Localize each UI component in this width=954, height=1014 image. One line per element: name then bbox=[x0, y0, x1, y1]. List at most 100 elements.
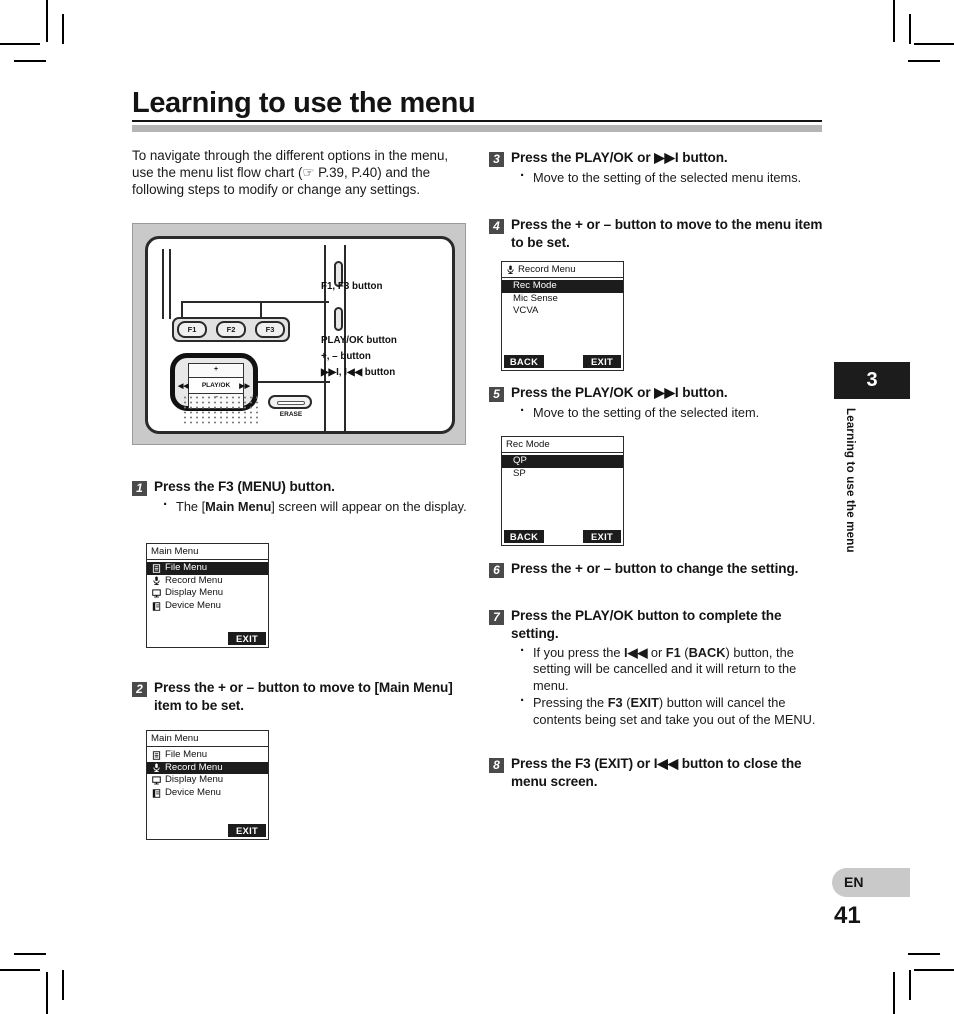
softkey-exit[interactable]: EXIT bbox=[228, 632, 266, 645]
mic-icon bbox=[152, 576, 161, 586]
step-number: 3 bbox=[489, 152, 504, 167]
crop-mark bbox=[908, 60, 940, 62]
title-rule bbox=[132, 120, 822, 123]
menu-item[interactable]: Display Menu bbox=[147, 774, 268, 787]
screen-list: Rec Mode Mic Sense VCVA bbox=[502, 278, 623, 318]
screen-list: File Menu Record Menu Display Menu Device M… bbox=[147, 747, 268, 799]
step-title: Press the + or – button to move to [Main… bbox=[154, 680, 453, 713]
bullet-item: The [Main Menu] screen will appear on th… bbox=[163, 496, 470, 515]
fastforward-icon[interactable]: ▶▶ bbox=[239, 382, 250, 390]
crop-mark bbox=[914, 43, 954, 45]
step-title: Press the PLAY/OK or ▶▶I button. bbox=[511, 150, 728, 165]
crop-mark bbox=[909, 970, 911, 1000]
device-illustration: F1 F2 F3 + PLAY/OK – ◀◀ ▶▶ ERASE bbox=[132, 223, 466, 445]
crop-mark bbox=[0, 969, 40, 971]
menu-item-label: Display Menu bbox=[165, 774, 224, 786]
screen-list: QP SP bbox=[502, 453, 623, 480]
bullet-item: Pressing the F3 (EXIT) button will cance… bbox=[520, 693, 829, 728]
chapter-tab: 3 bbox=[834, 362, 910, 399]
screen-softkeys: EXIT bbox=[147, 632, 268, 645]
crop-mark bbox=[46, 0, 48, 42]
plus-button[interactable]: + bbox=[188, 366, 244, 373]
menu-item[interactable]: SP bbox=[502, 468, 623, 481]
f1-button[interactable]: F1 bbox=[177, 321, 207, 338]
step-title: Press the + or – button to move to the m… bbox=[511, 217, 823, 250]
menu-item-label: Record Menu bbox=[165, 761, 223, 773]
page-number: 41 bbox=[834, 902, 861, 929]
menu-item[interactable]: Rec Mode bbox=[502, 280, 623, 293]
menu-item[interactable]: QP bbox=[502, 455, 623, 468]
menu-item[interactable]: File Menu bbox=[147, 749, 268, 762]
mic-icon bbox=[506, 265, 515, 274]
step-number: 1 bbox=[132, 481, 147, 496]
menu-item[interactable]: Mic Sense bbox=[502, 293, 623, 306]
menu-item-label: SP bbox=[513, 467, 526, 479]
menu-item[interactable]: Device Menu bbox=[147, 600, 268, 613]
menu-item[interactable]: Display Menu bbox=[147, 587, 268, 600]
step-5: 5 Press the PLAY/OK or ▶▶I button. Move … bbox=[489, 384, 829, 422]
menu-item[interactable]: VCVA bbox=[502, 305, 623, 318]
menu-item[interactable]: Record Menu bbox=[147, 761, 268, 775]
callout-playok: PLAY/OK button bbox=[321, 335, 397, 346]
menu-item[interactable]: File Menu bbox=[147, 562, 268, 575]
step-8: 8 Press the F3 (EXIT) or I◀◀ button to c… bbox=[489, 755, 829, 790]
menu-item-label: VCVA bbox=[513, 305, 539, 317]
crop-mark bbox=[914, 969, 954, 971]
title-rule-secondary bbox=[132, 125, 822, 133]
intro-paragraph: To navigate through the different option… bbox=[132, 148, 449, 198]
step-bullets: Move to the setting of the selected item… bbox=[511, 402, 829, 421]
step-number: 4 bbox=[489, 219, 504, 234]
crop-mark bbox=[908, 953, 940, 955]
softkey-exit[interactable]: EXIT bbox=[583, 355, 621, 368]
softkey-exit[interactable]: EXIT bbox=[228, 824, 266, 837]
language-badge: EN bbox=[832, 868, 910, 897]
bullet-item: If you press the I◀◀ or F1 (BACK) button… bbox=[520, 643, 829, 694]
bullet-item: Move to the setting of the selected menu… bbox=[520, 167, 829, 186]
chapter-vertical-label: Learning to use the menu bbox=[844, 408, 856, 553]
page-header: Learning to use the menu bbox=[132, 87, 822, 133]
softkey-back[interactable]: BACK bbox=[504, 355, 544, 368]
menu-item[interactable]: Record Menu bbox=[147, 575, 268, 588]
screen-title: Record Menu bbox=[502, 262, 623, 278]
callout-skip: ▶▶I, I◀◀ button bbox=[321, 367, 396, 378]
step-title: Press the PLAY/OK or ▶▶I button. bbox=[511, 385, 728, 400]
f2-button[interactable]: F2 bbox=[216, 321, 246, 338]
rewind-icon[interactable]: ◀◀ bbox=[178, 382, 189, 390]
erase-button[interactable] bbox=[268, 395, 312, 409]
step-title: Press the F3 (MENU) button. bbox=[154, 479, 335, 494]
crop-mark bbox=[62, 14, 64, 44]
crop-mark bbox=[14, 60, 46, 62]
device-icon bbox=[152, 788, 161, 798]
screen-main-menu-record: Main Menu File Menu Record Menu Display Me… bbox=[146, 730, 269, 840]
callout-leader bbox=[181, 301, 329, 303]
screen-title-text: Rec Mode bbox=[506, 439, 550, 450]
screen-title: Main Menu bbox=[147, 544, 268, 560]
screen-title: Rec Mode bbox=[502, 437, 623, 453]
screen-record-menu: Record Menu Rec Mode Mic Sense VCVA BACK EX… bbox=[501, 261, 624, 371]
device-icon bbox=[152, 601, 161, 611]
step-bullets: If you press the I◀◀ or F1 (BACK) button… bbox=[511, 643, 829, 728]
step-number: 2 bbox=[132, 682, 147, 697]
step-title: Press the PLAY/OK button to complete the… bbox=[511, 608, 782, 641]
f3-button[interactable]: F3 bbox=[255, 321, 285, 338]
mic-icon bbox=[152, 763, 161, 773]
callout-plus-minus: +, – button bbox=[321, 351, 371, 362]
side-button[interactable] bbox=[334, 307, 343, 331]
playok-button[interactable]: PLAY/OK bbox=[188, 377, 244, 394]
page-title: Learning to use the menu bbox=[132, 87, 476, 119]
menu-item-label: QP bbox=[513, 455, 527, 466]
softkey-back[interactable]: BACK bbox=[504, 530, 544, 543]
step-bullets: Move to the setting of the selected menu… bbox=[511, 167, 829, 186]
monitor-icon bbox=[152, 776, 161, 785]
file-icon bbox=[152, 751, 161, 760]
softkey-exit[interactable]: EXIT bbox=[583, 530, 621, 543]
step-number: 5 bbox=[489, 387, 504, 402]
callout-f-buttons: F1, F3 button bbox=[321, 281, 383, 292]
menu-item[interactable]: Device Menu bbox=[147, 787, 268, 800]
menu-item-label: Device Menu bbox=[165, 786, 221, 798]
file-icon bbox=[152, 564, 161, 573]
screen-main-menu-file: Main Menu File Menu Record Menu Display Me… bbox=[146, 543, 269, 648]
screen-title: Main Menu bbox=[147, 731, 268, 747]
crop-mark bbox=[909, 14, 911, 44]
step-title: Press the + or – button to change the se… bbox=[511, 561, 799, 576]
